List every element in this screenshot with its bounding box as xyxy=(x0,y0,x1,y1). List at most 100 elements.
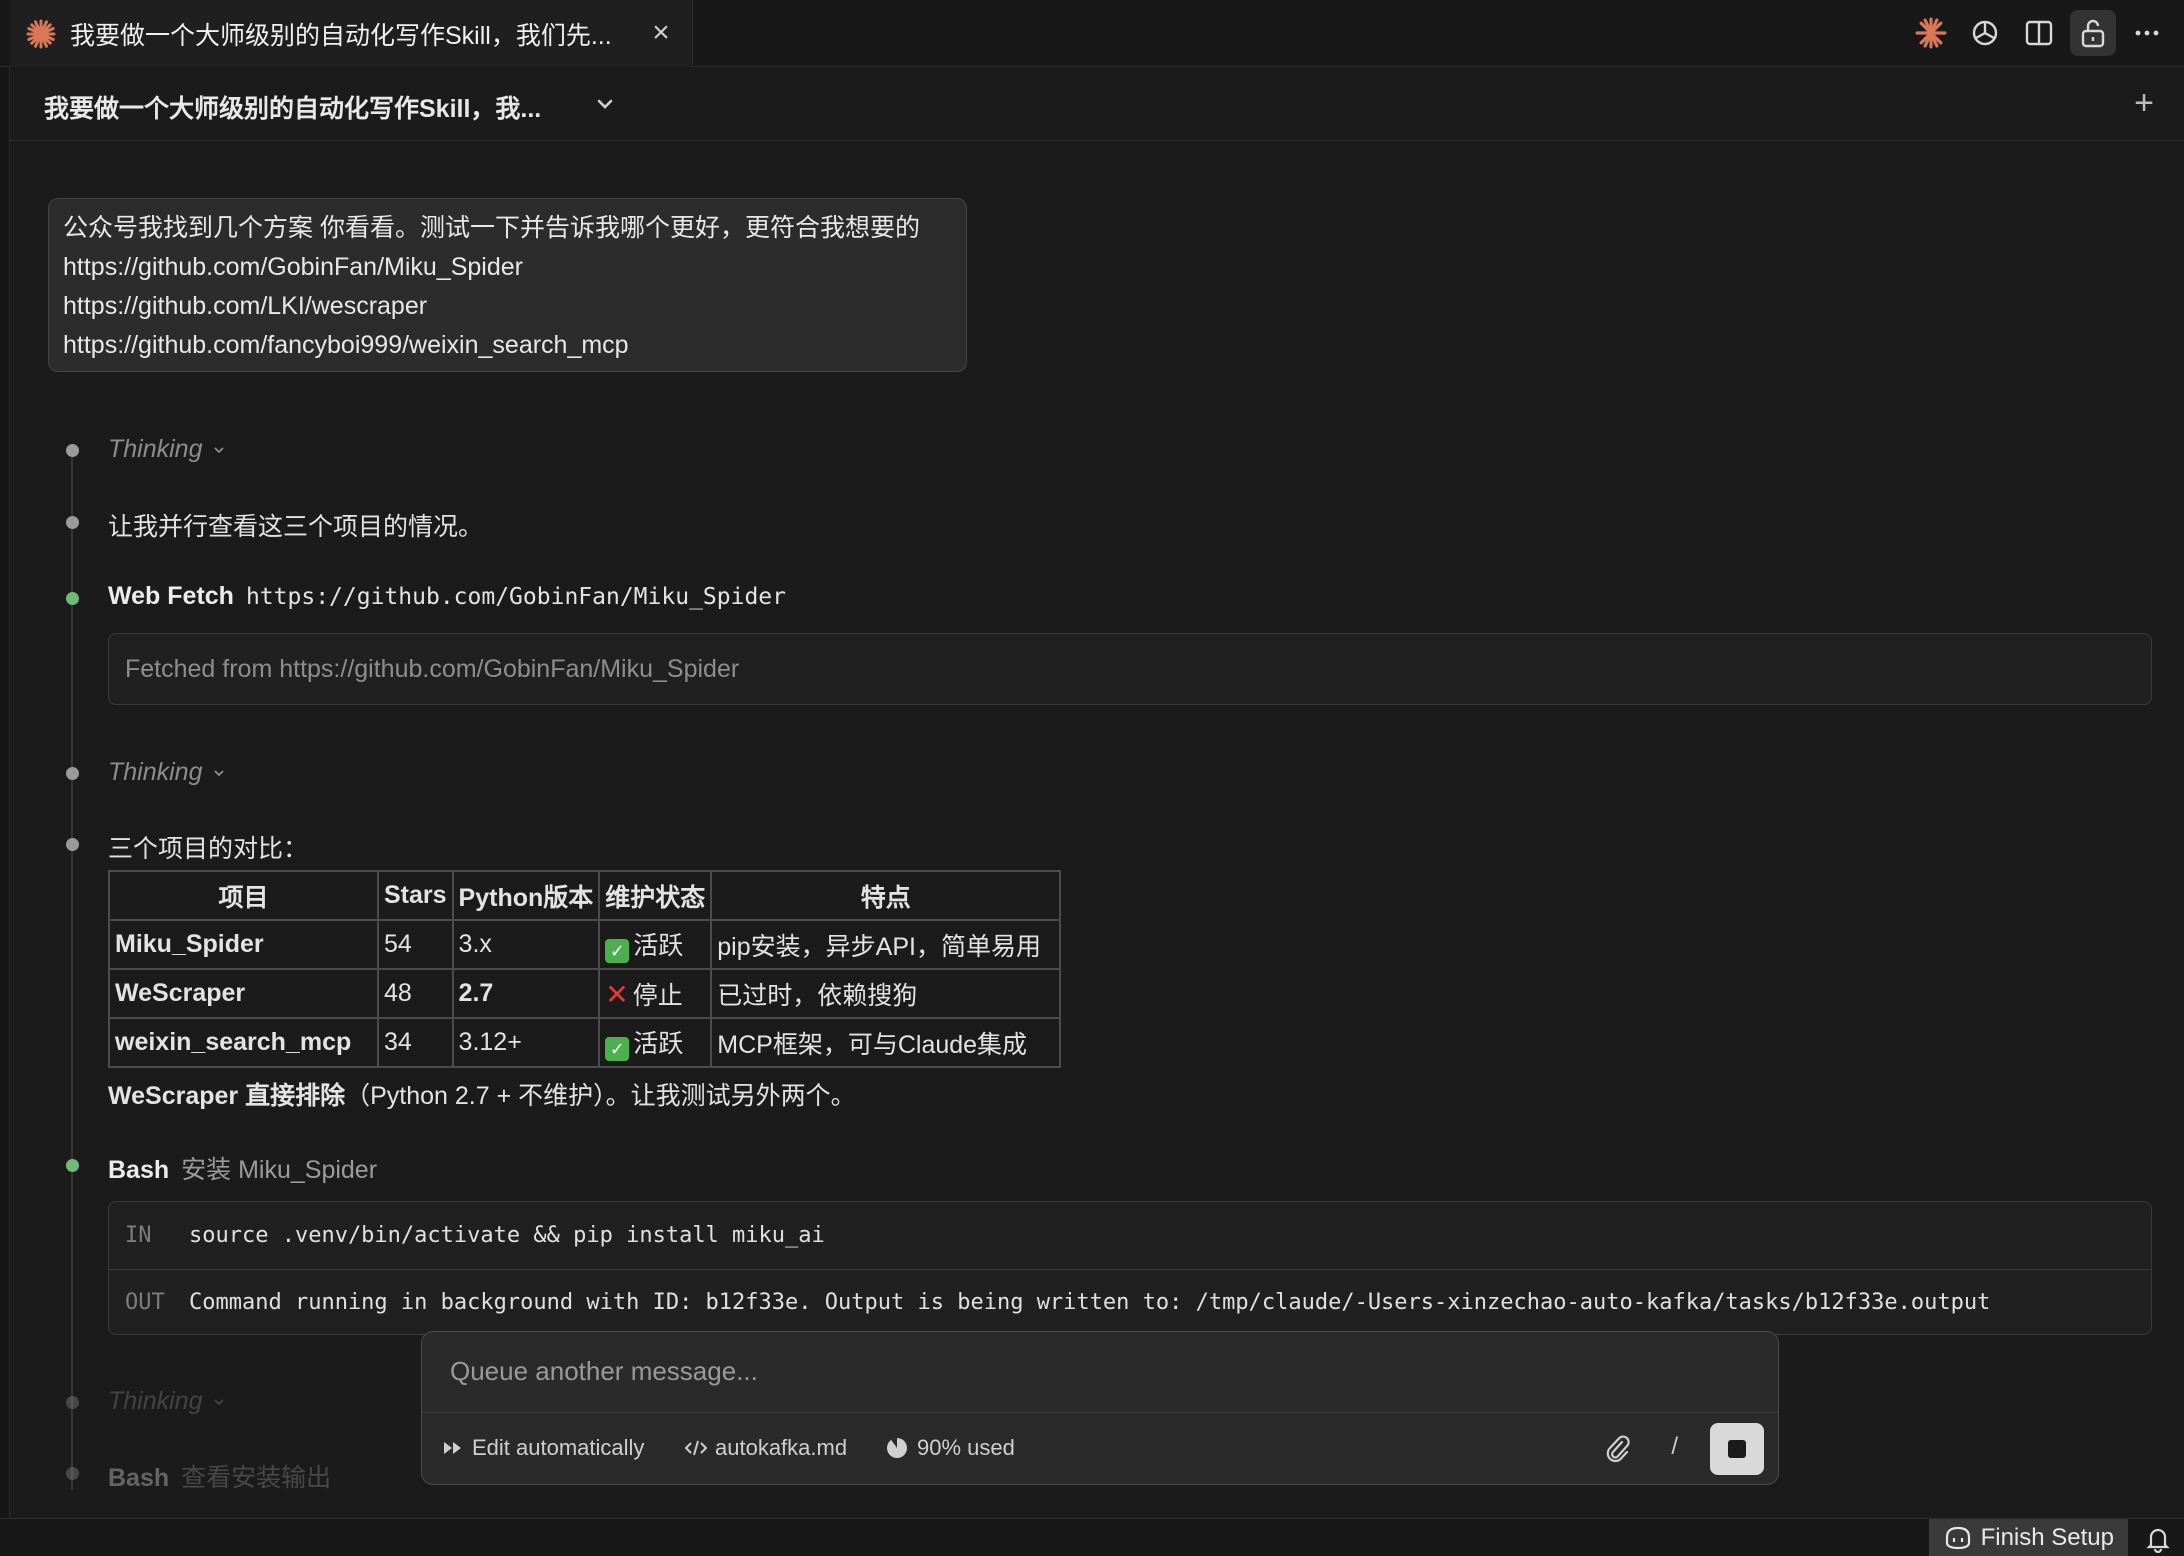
user-message: 公众号我找到几个方案 你看看。测试一下并告诉我哪个更好，更符合我想要的 http… xyxy=(48,198,967,372)
thinking-toggle[interactable]: Thinking xyxy=(108,1387,227,1416)
web-fetch-step[interactable]: Web Fetch https://github.com/GobinFan/Mi… xyxy=(108,582,786,611)
cell-stars: 48 xyxy=(377,968,454,1019)
thinking-toggle[interactable]: Thinking xyxy=(108,758,227,787)
timeline-dot xyxy=(66,767,79,780)
timeline-dot xyxy=(66,444,79,457)
close-icon[interactable]: × xyxy=(646,18,676,48)
cell-stars: 54 xyxy=(377,919,454,970)
message-composer: Queue another message... Edit automatica… xyxy=(421,1331,1779,1485)
timeline-dot xyxy=(66,1396,79,1409)
cell-feature: pip安装，异步API，简单易用 xyxy=(710,919,1062,970)
status-bar: Finish Setup xyxy=(0,1518,2184,1556)
cell-status: ✓ 活跃 xyxy=(598,919,713,970)
claude-icon[interactable] xyxy=(1908,10,1954,56)
split-editor-icon[interactable] xyxy=(2016,10,2062,56)
context-file-label: autokafka.md xyxy=(715,1435,848,1460)
column-header: Stars xyxy=(377,870,454,921)
timeline-dot xyxy=(66,1467,79,1480)
timeline-dot-success xyxy=(66,592,79,605)
tool-name: Web Fetch xyxy=(108,582,234,610)
web-fetch-result: Fetched from https://github.com/GobinFan… xyxy=(108,633,2152,705)
bash-input-row: IN source .venv/bin/activate && pip inst… xyxy=(109,1202,2151,1268)
tool-description: 查看安装输出 xyxy=(181,1464,332,1492)
tool-url: https://github.com/GobinFan/Miku_Spider xyxy=(245,584,786,610)
compare-intro: 三个项目的对比： xyxy=(108,835,309,863)
bash-step[interactable]: Bash 查看安装输出 xyxy=(108,1458,331,1494)
table-row: Miku_Spider 54 3.x ✓ 活跃 pip安装，异步API，简单易用 xyxy=(108,919,1062,970)
finish-setup-label: Finish Setup xyxy=(1980,1524,2114,1551)
tool-name: Bash xyxy=(108,1156,170,1184)
claude-logo-icon xyxy=(26,19,56,48)
bash-io-box: IN source .venv/bin/activate && pip inst… xyxy=(108,1201,2152,1335)
tab-bar: 我要做一个大师级别的自动化写作Skill，我们先... × xyxy=(0,0,2184,67)
more-icon[interactable] xyxy=(2124,10,2170,56)
left-edge xyxy=(0,67,10,1522)
assistant-text: 让我并行查看这三个项目的情况。 xyxy=(108,513,484,541)
in-label: IN xyxy=(125,1222,152,1248)
status-text: 停止 xyxy=(632,981,683,1010)
bell-icon[interactable] xyxy=(2144,1525,2172,1553)
cell-stars: 34 xyxy=(377,1017,454,1068)
check-icon: ✓ xyxy=(605,939,630,963)
tab-title: 我要做一个大师级别的自动化写作Skill，我们先... xyxy=(70,21,612,50)
fast-forward-icon xyxy=(444,1442,461,1454)
conclusion-text: WeScraper 直接排除（Python 2.7 + 不维护）。让我测试另外两… xyxy=(108,1076,856,1112)
cell-name: WeScraper xyxy=(108,968,379,1019)
timeline-line xyxy=(71,450,73,1490)
column-header: 特点 xyxy=(710,870,1062,921)
cell-name: weixin_search_mcp xyxy=(108,1017,379,1068)
column-header: 维护状态 xyxy=(598,870,713,921)
stop-icon xyxy=(1728,1440,1746,1458)
column-header: Python版本 xyxy=(451,870,601,921)
context-file-button[interactable]: autokafka.md xyxy=(685,1435,847,1461)
slash-command-button[interactable]: / xyxy=(1671,1433,1678,1461)
thinking-label: Thinking xyxy=(108,1387,203,1415)
bash-output-row: OUT Command running in background with I… xyxy=(109,1269,2151,1335)
cell-status: ✓ 活跃 xyxy=(598,1017,713,1068)
timeline-dot-success xyxy=(66,1159,79,1172)
conclusion-rest: （Python 2.7 + 不维护）。让我测试另外两个。 xyxy=(345,1082,856,1110)
thinking-label: Thinking xyxy=(108,435,203,463)
conversation-title[interactable]: 我要做一个大师级别的自动化写作Skill，我... xyxy=(44,89,541,125)
chevron-down-icon xyxy=(213,769,224,776)
out-label: OUT xyxy=(125,1290,165,1315)
tool-name: Bash xyxy=(108,1464,170,1492)
edit-mode-label: Edit automatically xyxy=(472,1435,645,1460)
stop-button[interactable] xyxy=(1710,1423,1764,1475)
check-icon: ✓ xyxy=(605,1037,630,1061)
status-text: 活跃 xyxy=(633,932,684,960)
status-text: 活跃 xyxy=(633,1030,684,1058)
code-icon xyxy=(685,1440,707,1456)
thinking-toggle[interactable]: Thinking xyxy=(108,435,227,464)
finish-setup-button[interactable]: Finish Setup xyxy=(1928,1519,2128,1556)
paperclip-icon[interactable] xyxy=(1602,1433,1634,1465)
bash-step[interactable]: Bash 安装 Miku_Spider xyxy=(108,1150,377,1186)
table-row: weixin_search_mcp 34 3.12+ ✓ 活跃 MCP框架，可与C… xyxy=(108,1017,1062,1068)
table-header-row: 项目 Stars Python版本 维护状态 特点 xyxy=(108,870,1062,921)
context-usage[interactable]: 90% used xyxy=(885,1435,1015,1461)
cell-python: 3.x xyxy=(451,919,601,970)
cell-name: Miku_Spider xyxy=(108,919,379,970)
cell-python: 3.12+ xyxy=(451,1017,601,1068)
cell-python: 2.7 xyxy=(451,968,601,1019)
tool-description: 安装 Miku_Spider xyxy=(181,1156,378,1184)
edit-mode-button[interactable]: Edit automatically xyxy=(442,1435,644,1461)
timeline-dot xyxy=(66,838,79,851)
cell-feature: 已过时，依赖搜狗 xyxy=(710,968,1062,1019)
chevron-down-icon[interactable] xyxy=(592,91,618,117)
chevron-down-icon xyxy=(213,1398,224,1405)
thinking-label: Thinking xyxy=(108,758,203,786)
user-message-line: https://github.com/fancyboi999/weixin_se… xyxy=(63,331,629,359)
user-message-line: https://github.com/GobinFan/Miku_Spider xyxy=(63,253,523,281)
cell-feature: MCP框架，可与Claude集成 xyxy=(710,1017,1062,1068)
lock-icon[interactable] xyxy=(2070,10,2116,56)
message-input[interactable]: Queue another message... xyxy=(450,1356,758,1387)
cell-status: ✕ 停止 xyxy=(598,968,713,1019)
top-actions xyxy=(1908,10,2170,56)
new-conversation-button[interactable]: + xyxy=(2126,85,2162,121)
bash-command: source .venv/bin/activate && pip install… xyxy=(189,1222,825,1248)
editor-tab[interactable]: 我要做一个大师级别的自动化写作Skill，我们先... × xyxy=(10,0,693,67)
comparison-table: 项目 Stars Python版本 维护状态 特点 Miku_Spider 54… xyxy=(108,870,1062,1068)
openai-icon[interactable] xyxy=(1962,10,2008,56)
timeline-dot xyxy=(66,516,79,529)
